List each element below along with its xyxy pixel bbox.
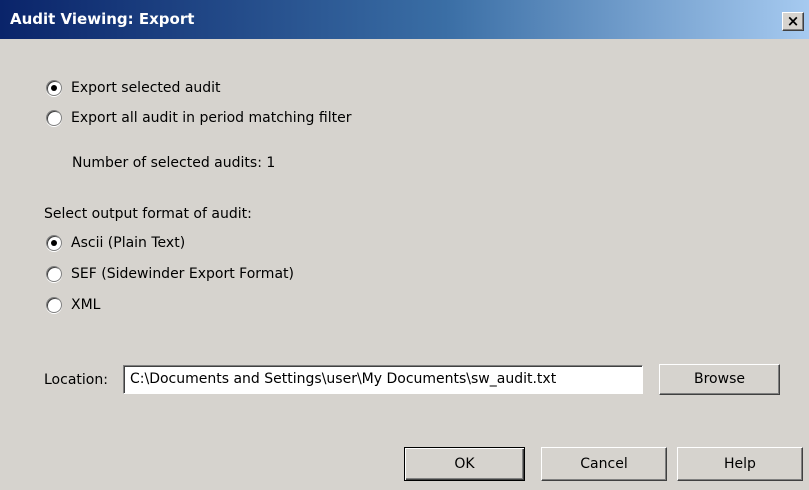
help-button[interactable]: Help (677, 447, 803, 481)
window-title: Audit Viewing: Export (10, 10, 195, 28)
format-heading: Select output format of audit: (44, 206, 252, 222)
location-label: Location: (44, 372, 108, 388)
location-input[interactable]: C:\Documents and Settings\user\My Docume… (123, 365, 643, 394)
close-button[interactable]: × (782, 12, 804, 31)
export-dialog: Audit Viewing: Export × Export selected … (0, 0, 809, 490)
radio-button-icon (46, 266, 62, 282)
radio-button-icon (46, 110, 62, 126)
close-icon: × (786, 12, 800, 30)
radio-button-icon (46, 235, 62, 251)
ok-button[interactable]: OK (404, 447, 525, 481)
browse-button[interactable]: Browse (659, 364, 780, 395)
radio-label: SEF (Sidewinder Export Format) (71, 266, 294, 282)
radio-label: Ascii (Plain Text) (71, 235, 186, 251)
radio-label: XML (71, 297, 101, 313)
title-bar: Audit Viewing: Export × (0, 0, 809, 39)
radio-label: Export all audit in period matching filt… (71, 110, 352, 126)
radio-button-icon (46, 80, 62, 96)
radio-button-icon (46, 297, 62, 313)
selected-count-text: Number of selected audits: 1 (72, 155, 276, 171)
cancel-button[interactable]: Cancel (541, 447, 667, 481)
radio-label: Export selected audit (71, 80, 221, 96)
